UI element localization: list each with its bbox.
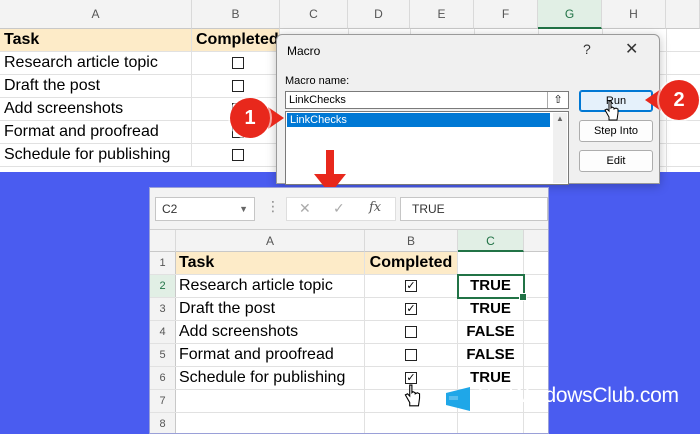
column-header-d[interactable] — [524, 230, 548, 252]
checkbox-checked[interactable]: ✓ — [405, 372, 417, 384]
formula-actions: ✕ ✓ fx — [286, 197, 396, 221]
task-cell[interactable]: Research article topic — [176, 275, 365, 297]
step-into-button[interactable]: Step Into — [579, 120, 653, 142]
help-button[interactable]: ? — [583, 41, 591, 57]
edit-button[interactable]: Edit — [579, 150, 653, 172]
column-header-a[interactable]: A — [176, 230, 365, 252]
name-box[interactable]: C2 ▼ — [155, 197, 255, 221]
select-all-corner[interactable] — [150, 230, 176, 252]
table-row: 3 Draft the post ✓ TRUE — [150, 298, 548, 321]
watermark: TheWindowsClub.com — [446, 381, 696, 415]
task-header-cell[interactable]: Task — [176, 252, 365, 274]
formula-bar: C2 ▼ ⋮ ✕ ✓ fx TRUE — [150, 188, 548, 230]
collapse-dialog-icon[interactable]: ⇧ — [547, 92, 568, 108]
table-header-row: 1 Task Completed — [150, 252, 548, 275]
column-header-g[interactable]: G — [538, 0, 602, 29]
table-row: 4 Add screenshots FALSE — [150, 321, 548, 344]
macro-list-item-linkchecks[interactable]: LinkChecks — [287, 113, 550, 127]
dialog-title: Macro — [287, 44, 321, 58]
task-cell[interactable]: Format and proofread — [0, 121, 192, 143]
row-number[interactable]: 2 — [150, 275, 176, 297]
row-number[interactable]: 4 — [150, 321, 176, 343]
step-badge-1: 1 — [230, 98, 270, 138]
list-scrollbar[interactable]: ▲ — [553, 113, 567, 183]
task-cell[interactable]: Schedule for publishing — [176, 367, 365, 389]
step-badge-2: 2 — [659, 80, 699, 120]
result-cell[interactable] — [458, 252, 524, 274]
empty-cell[interactable] — [458, 413, 524, 433]
more-options-icon[interactable]: ⋮ — [266, 198, 280, 215]
column-header-c[interactable]: C — [458, 230, 524, 252]
watermark-text: TheWindowsClub.com — [474, 384, 679, 407]
task-cell[interactable]: Add screenshots — [176, 321, 365, 343]
checkbox-cell[interactable]: ✓ — [365, 298, 458, 320]
row-number[interactable]: 8 — [150, 413, 176, 433]
macro-name-input[interactable]: LinkChecks — [285, 91, 569, 109]
checkbox[interactable] — [405, 349, 417, 361]
result-cell[interactable]: FALSE — [458, 344, 524, 366]
column-header-a[interactable]: A — [0, 0, 192, 29]
empty-cell[interactable] — [176, 413, 365, 433]
task-cell[interactable]: Format and proofread — [176, 344, 365, 366]
windows-logo-icon — [446, 387, 470, 411]
column-header-b[interactable]: B — [192, 0, 280, 29]
check-icon[interactable]: ✓ — [333, 200, 345, 217]
column-header-f[interactable]: F — [474, 0, 538, 29]
task-cell[interactable]: Draft the post — [176, 298, 365, 320]
checkbox-checked[interactable]: ✓ — [405, 303, 417, 315]
checkbox[interactable] — [232, 80, 244, 92]
checkbox-cell[interactable] — [192, 52, 280, 74]
checkbox-cell[interactable] — [365, 321, 458, 343]
row-number[interactable]: 1 — [150, 252, 176, 274]
checkbox[interactable] — [232, 57, 244, 69]
task-cell[interactable]: Research article topic — [0, 52, 192, 74]
empty-cell[interactable] — [365, 413, 458, 433]
task-cell[interactable]: Draft the post — [0, 75, 192, 97]
checkbox-checked[interactable]: ✓ — [405, 280, 417, 292]
function-icon[interactable]: fx — [369, 200, 381, 215]
chevron-down-icon[interactable]: ▼ — [239, 198, 248, 220]
row-number[interactable]: 7 — [150, 390, 176, 412]
active-cell-border — [457, 274, 527, 301]
completed-header-cell[interactable]: Completed — [192, 29, 280, 51]
hand-cursor-icon — [404, 384, 421, 407]
checkbox[interactable] — [232, 149, 244, 161]
checkbox-cell[interactable] — [192, 75, 280, 97]
cancel-icon[interactable]: ✕ — [299, 200, 311, 217]
scroll-up-icon[interactable]: ▲ — [556, 114, 564, 123]
column-header-d[interactable]: D — [348, 0, 410, 29]
column-header-h[interactable]: H — [602, 0, 666, 29]
formula-input[interactable]: TRUE — [400, 197, 548, 221]
task-cell[interactable]: Schedule for publishing — [0, 144, 192, 166]
checkbox-cell[interactable] — [365, 344, 458, 366]
column-header-e[interactable]: E — [410, 0, 474, 29]
checkbox-cell[interactable] — [192, 144, 280, 166]
task-header-cell[interactable]: Task — [0, 29, 192, 51]
column-header-i[interactable] — [666, 0, 700, 29]
checkbox-cell[interactable]: ✓ — [365, 275, 458, 297]
row-number[interactable]: 6 — [150, 367, 176, 389]
name-box-value: C2 — [162, 202, 178, 216]
macro-name-label: Macro name: — [285, 75, 350, 87]
row-number[interactable]: 3 — [150, 298, 176, 320]
close-button[interactable]: ✕ — [625, 39, 638, 59]
hand-cursor-icon — [604, 100, 619, 121]
table-row: 5 Format and proofread FALSE — [150, 344, 548, 367]
result-cell[interactable]: TRUE — [458, 298, 524, 320]
completed-header-cell[interactable]: Completed — [365, 252, 458, 274]
task-cell[interactable]: Add screenshots — [0, 98, 192, 120]
badge-pointer — [268, 107, 284, 129]
column-header-b[interactable]: B — [365, 230, 458, 252]
empty-cell[interactable] — [176, 390, 365, 412]
row-number[interactable]: 5 — [150, 344, 176, 366]
table-row: 8 — [150, 413, 548, 433]
result-cell[interactable]: FALSE — [458, 321, 524, 343]
checkbox[interactable] — [405, 326, 417, 338]
column-header-c[interactable]: C — [280, 0, 348, 29]
